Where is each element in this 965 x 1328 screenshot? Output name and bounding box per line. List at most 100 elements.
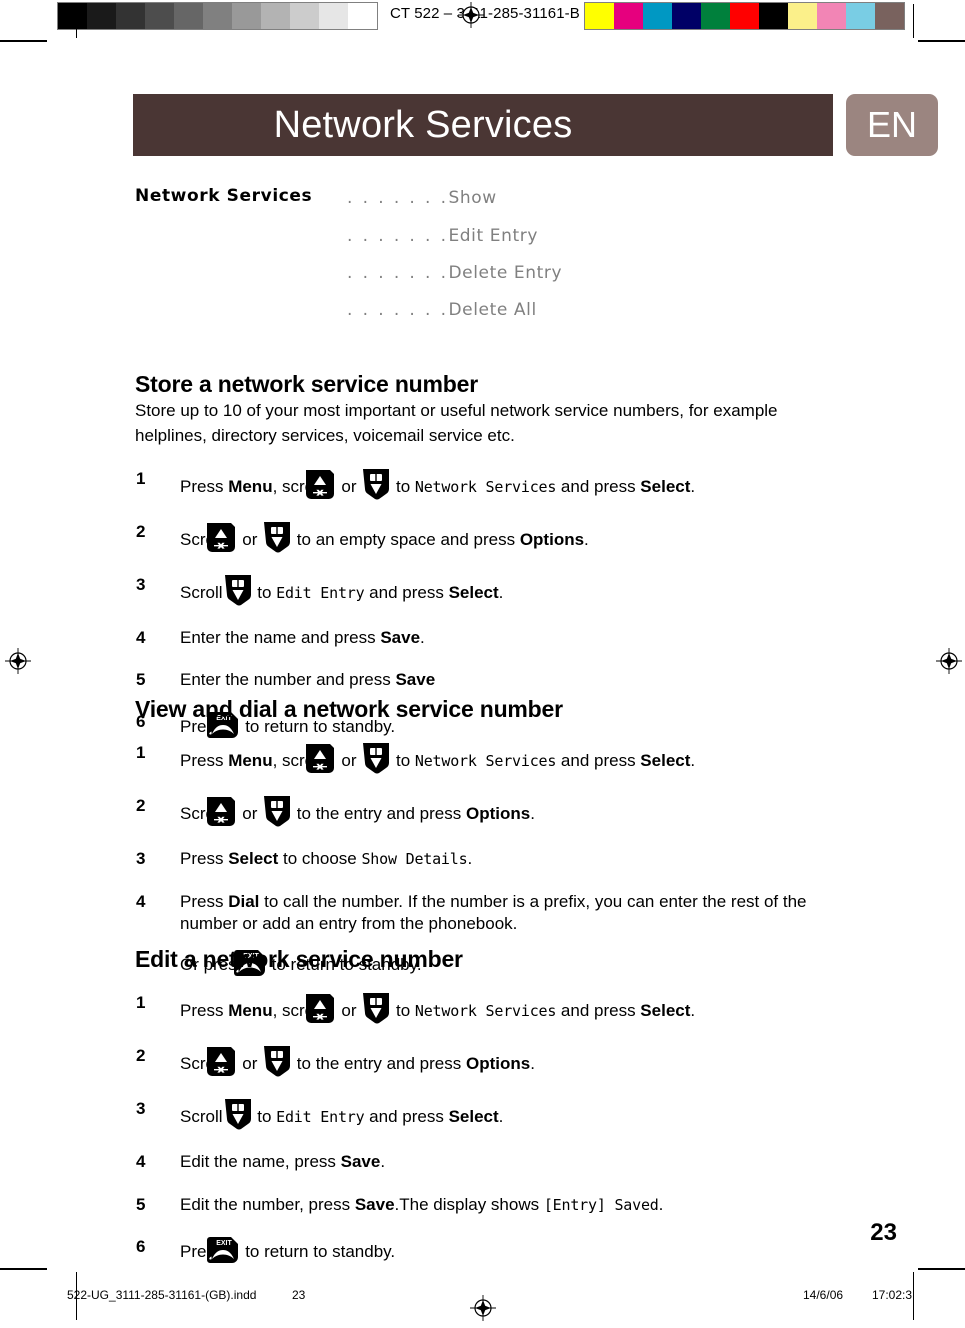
softkey-label: Select [640, 476, 691, 496]
softkey-label: Select [640, 751, 691, 771]
step-text: .The display shows [394, 1194, 544, 1214]
display-text: Network Services [414, 1002, 557, 1021]
step-number: 1 [136, 468, 146, 488]
step-list: 1 Press Menu, scroll or to Network Servic… [135, 992, 825, 1263]
key-up-icon [304, 742, 336, 775]
step-text: to choose [278, 849, 362, 869]
page-number: 23 [870, 1219, 897, 1246]
step-number: 3 [136, 574, 146, 594]
menu-tree-item-edit-entry: . . . . . . .Edit Entry [347, 226, 538, 246]
softkey-label: Select [228, 849, 279, 869]
section-heading: Edit a network service number [135, 946, 463, 972]
step-number: 5 [136, 1194, 146, 1214]
step-number: 4 [136, 627, 146, 647]
step-number: 3 [136, 849, 146, 869]
step-text: and press [364, 1107, 449, 1127]
step-item: 3 Scroll to Edit Entry and press Select. [135, 574, 825, 607]
softkey-label: Menu [228, 751, 273, 771]
manual-page: Network Services EN Network Services . .… [0, 0, 965, 1328]
slug-date: 14/6/06 [803, 1288, 844, 1302]
step-number: 5 [136, 669, 146, 689]
step-number: 6 [136, 1236, 146, 1256]
leader-dots: . . . . . . . [347, 188, 449, 208]
softkey-label: Save [354, 1194, 395, 1214]
step-text: or [336, 751, 362, 771]
step-item: 4 Edit the name, press Save. [135, 1151, 825, 1173]
step-text: . [658, 1194, 664, 1214]
step-text: . [498, 1107, 504, 1127]
step-number: 2 [136, 521, 146, 541]
step-text: or [237, 804, 263, 824]
step-item: 1 Press Menu, scroll or to Network Servic… [135, 742, 825, 775]
step-item: 2 Scroll or to the entry and press Option… [135, 1045, 825, 1078]
step-text: Enter the name and press [180, 627, 381, 647]
step-text: to call the number. If the number is a p… [180, 891, 807, 933]
key-exit-icon: EXIT [207, 1236, 239, 1264]
section-edit-a-network-service-number: Edit a network service number 1 Press Men… [135, 946, 825, 1264]
section-heading: View and dial a network service number [135, 696, 563, 722]
step-text: Press [180, 891, 229, 911]
step-item: 2 Scroll or to the entry and press Option… [135, 795, 825, 828]
step-number: 4 [136, 891, 146, 911]
step-item: 4 Press Dial to call the number. If the n… [135, 891, 825, 935]
step-item: 3 Press Select to choose Show Details. [135, 848, 825, 870]
section-store-a-network-service-number: Store a network service number Store up … [135, 371, 825, 739]
section-view-and-dial-a-network-service-number: View and dial a network service number 1… [135, 696, 825, 977]
display-text: Edit Entry [276, 1108, 365, 1127]
step-item: 1 Press Menu, scroll or to Network Servic… [135, 468, 825, 501]
step-text: to an empty space and press [292, 529, 520, 549]
menu-tree-root-label: Network Services [135, 186, 313, 206]
step-text: . [530, 804, 535, 824]
key-down-icon [224, 574, 252, 607]
menu-tree-item-label: Edit Entry [448, 226, 539, 246]
step-number: 3 [136, 1099, 146, 1119]
step-text: or [336, 1001, 362, 1021]
svg-text:EXIT: EXIT [217, 1240, 233, 1247]
step-item: 5 Edit the number, press Save.The display… [135, 1194, 825, 1216]
softkey-label: Select [448, 1107, 499, 1127]
step-number: 1 [136, 743, 146, 763]
softkey-label: Menu [228, 1001, 273, 1021]
menu-tree-item-label: Delete Entry [448, 263, 563, 283]
softkey-label: Save [380, 627, 421, 647]
step-text: Enter the number and press [180, 669, 396, 689]
step-text: Press [180, 476, 229, 496]
step-item: 1 Press Menu, scroll or to Network Servic… [135, 992, 825, 1025]
page-header-band: Network Services [133, 94, 833, 156]
step-item: 2 Scroll or to an empty space and press O… [135, 521, 825, 554]
step-text: and press [364, 582, 449, 602]
step-list: 1 Press Menu, scroll or to Network Servic… [135, 742, 825, 976]
display-text: Network Services [414, 752, 557, 771]
step-text: . [467, 849, 473, 869]
key-up-icon [304, 992, 336, 1025]
key-down-icon [362, 992, 390, 1025]
key-up-icon [304, 468, 336, 501]
key-down-icon [263, 1045, 291, 1078]
step-text: and press [556, 1001, 641, 1021]
key-down-icon [362, 468, 390, 501]
leader-dots: . . . . . . . [347, 263, 449, 283]
step-text: Scroll [180, 582, 223, 602]
step-number: 1 [136, 993, 146, 1013]
display-text: Show Details [361, 850, 468, 869]
step-number: 2 [136, 796, 146, 816]
step-text: Edit the number, press [180, 1194, 355, 1214]
step-text: Press [180, 1001, 229, 1021]
language-badge: EN [846, 94, 938, 156]
slug-page-number: 23 [292, 1288, 306, 1302]
softkey-label: Options [519, 529, 585, 549]
step-number: 2 [136, 1046, 146, 1066]
display-text: Edit Entry [276, 583, 365, 602]
menu-tree-item-delete-entry: . . . . . . .Delete Entry [347, 263, 562, 283]
step-text: Press [180, 849, 229, 869]
step-text: . [690, 1001, 696, 1021]
step-item: 6 Press EXIT to return to standby. [135, 1236, 825, 1264]
softkey-label: Options [465, 1054, 531, 1074]
step-text: . [584, 529, 589, 549]
step-item: 3 Scroll to Edit Entry and press Select. [135, 1098, 825, 1131]
menu-tree-item-show: . . . . . . .Show [347, 188, 497, 208]
menu-tree-item-label: Show [448, 188, 497, 208]
step-text: to [252, 1107, 277, 1127]
softkey-label: Menu [228, 476, 273, 496]
key-up-icon [205, 1045, 237, 1078]
